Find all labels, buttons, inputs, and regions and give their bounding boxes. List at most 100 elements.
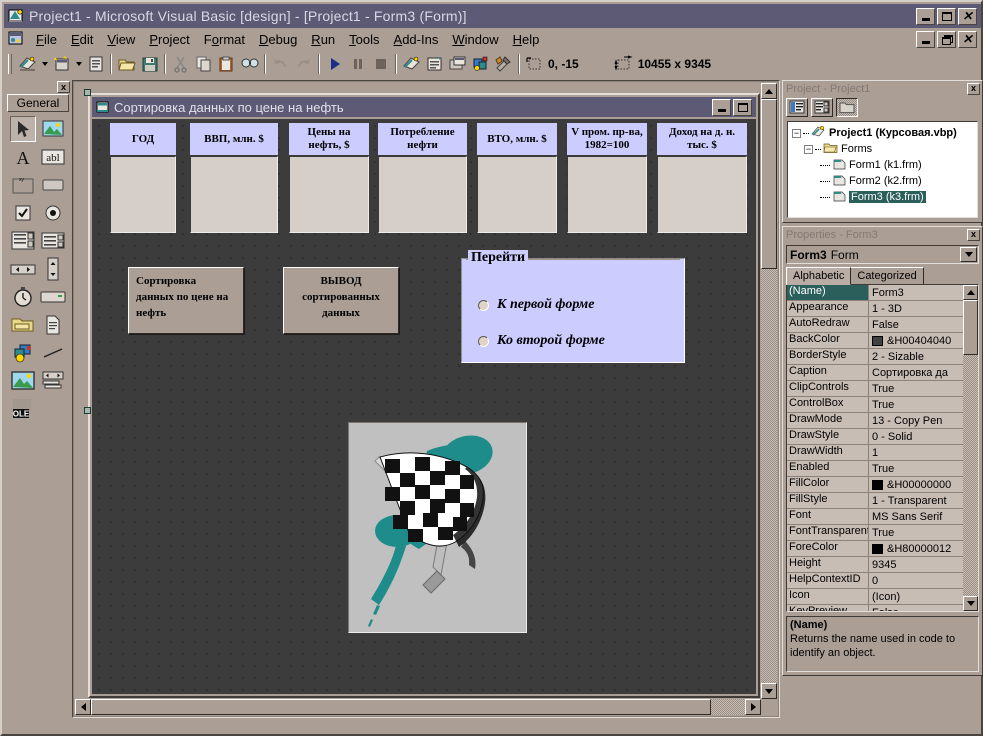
tree-node-form1[interactable]: Form1 (k1.frm) [788, 157, 977, 173]
close-button[interactable]: ✕ [958, 8, 977, 25]
label-oil-consumption[interactable]: Потребление нефти [378, 123, 467, 155]
add-project-icon[interactable] [16, 53, 39, 75]
property-value[interactable]: 0 - Solid [869, 429, 978, 444]
properties-scroll-down-button[interactable] [963, 596, 978, 611]
properties-list[interactable]: (Name) Form3 Appearance 1 - 3D AutoRedra… [786, 284, 979, 612]
picturebox-tool[interactable] [40, 116, 66, 142]
property-row-backcolor[interactable]: BackColor &H00404040 [787, 333, 978, 349]
redo-icon[interactable] [292, 53, 315, 75]
property-row-borderstyle[interactable]: BorderStyle 2 - Sizable [787, 349, 978, 365]
property-row-name[interactable]: (Name) Form3 [787, 285, 978, 301]
line-tool[interactable] [40, 340, 66, 366]
property-row-clipcontrols[interactable]: ClipControls True [787, 381, 978, 397]
maximize-button[interactable] [937, 8, 956, 25]
property-row-caption[interactable]: Caption Сортировка да [787, 365, 978, 381]
view-object-icon[interactable] [811, 98, 833, 117]
property-row-fonttransparent[interactable]: FontTransparent True [787, 525, 978, 541]
property-value[interactable]: True [869, 397, 978, 412]
form-layout-icon[interactable] [446, 53, 469, 75]
form-resize-handle-nw[interactable] [84, 89, 91, 96]
tree-node-project[interactable]: − Project1 (Курсовая.vbp) [788, 125, 977, 141]
tab-alphabetic[interactable]: Alphabetic [786, 267, 851, 285]
find-icon[interactable] [238, 53, 261, 75]
textbox-oil-price[interactable] [289, 156, 369, 233]
tab-categorized[interactable]: Categorized [850, 267, 923, 285]
image-tool[interactable] [10, 368, 36, 394]
property-value-cell[interactable]: &H00000000 [869, 477, 978, 492]
form-resize-handle-sw[interactable] [84, 407, 91, 414]
data-tool[interactable] [40, 368, 66, 394]
textbox-income[interactable] [657, 156, 747, 233]
property-row-keypreview[interactable]: KeyPreview False [787, 605, 978, 612]
toolbar-grip[interactable] [8, 54, 12, 74]
tree-node-forms-folder[interactable]: − Forms [788, 141, 977, 157]
combobox-tool[interactable] [10, 228, 36, 254]
property-value[interactable]: 1 - Transparent [869, 493, 978, 508]
menu-item-window[interactable]: Window [445, 30, 505, 49]
property-row-helpcontextid[interactable]: HelpContextID 0 [787, 573, 978, 589]
option-first-form[interactable]: К первой форме [478, 297, 594, 313]
optionbutton-tool[interactable] [40, 200, 66, 226]
mdi-horizontal-scrollbar[interactable] [75, 699, 761, 715]
object-selector-combo[interactable]: Form3 Form [786, 245, 979, 264]
scroll-left-button[interactable] [75, 699, 91, 715]
sort-data-button[interactable]: Сортировка данных по цене на нефть [128, 267, 244, 334]
textbox-god[interactable] [110, 156, 176, 233]
property-row-drawmode[interactable]: DrawMode 13 - Copy Pen [787, 413, 978, 429]
properties-close-icon[interactable]: x [967, 229, 980, 241]
shape-tool[interactable] [10, 340, 36, 366]
property-row-font[interactable]: Font MS Sans Serif [787, 509, 978, 525]
property-value[interactable]: False [869, 605, 978, 612]
project-explorer-icon[interactable] [400, 53, 423, 75]
menu-item-file[interactable]: File [29, 30, 64, 49]
frame-tool[interactable]: xy [10, 172, 36, 198]
property-value[interactable]: Сортировка да [869, 365, 978, 380]
mdi-minimize-button[interactable] [916, 31, 935, 48]
minimize-button[interactable] [916, 8, 935, 25]
textbox-industry-volume[interactable] [567, 156, 647, 233]
horizontal-scroll-thumb[interactable] [91, 699, 711, 715]
property-row-drawstyle[interactable]: DrawStyle 0 - Solid [787, 429, 978, 445]
scroll-up-button[interactable] [761, 83, 777, 99]
properties-scrollbar[interactable] [963, 285, 978, 611]
property-row-enabled[interactable]: Enabled True [787, 461, 978, 477]
tree-node-form2[interactable]: Form2 (k2.frm) [788, 173, 977, 189]
toolbox-close-icon[interactable]: x [57, 81, 70, 93]
radio-circle-icon[interactable] [478, 336, 489, 347]
label-wto[interactable]: ВТО, млн. $ [477, 123, 557, 155]
label-oil-price[interactable]: Цены на нефть, $ [289, 123, 369, 155]
property-value-cell[interactable]: &H00404040 [869, 333, 978, 348]
menu-editor-icon[interactable] [84, 53, 107, 75]
textbox-oil-consumption[interactable] [378, 156, 467, 233]
property-value[interactable]: 2 - Sizable [869, 349, 978, 364]
checkbox-tool[interactable] [10, 200, 36, 226]
view-code-icon[interactable] [786, 98, 808, 117]
drivelistbox-tool[interactable] [40, 284, 66, 310]
property-value-cell[interactable]: &H80000012 [869, 541, 978, 556]
menu-item-tools[interactable]: Tools [342, 30, 386, 49]
form-designer-window[interactable]: Сортировка данных по цене на нефть ГОД В… [88, 93, 760, 698]
properties-window-icon[interactable] [423, 53, 446, 75]
tree-node-form3[interactable]: Form3 (k3.frm) [788, 189, 977, 205]
output-data-button[interactable]: ВЫВОД сортированных данных [283, 267, 399, 334]
menu-item-edit[interactable]: Edit [64, 30, 100, 49]
project-explorer-close-icon[interactable]: x [967, 83, 980, 95]
add-form-icon[interactable] [50, 53, 73, 75]
form-canvas[interactable]: ГОД ВВП, млн. $ Цены на нефть, $ Потребл… [92, 119, 756, 694]
navigation-frame[interactable]: Перейти К первой форме Ко второй форме [461, 258, 685, 363]
mdi-vertical-scrollbar[interactable] [761, 83, 777, 699]
label-god[interactable]: ГОД [110, 123, 176, 155]
add-project-dropdown[interactable] [39, 53, 50, 75]
form-minimize-button[interactable] [712, 99, 731, 116]
label-vvp[interactable]: ВВП, млн. $ [190, 123, 278, 155]
vscrollbar-tool[interactable] [40, 256, 66, 282]
property-value[interactable]: 1 [869, 445, 978, 460]
menu-item-help[interactable]: Help [506, 30, 547, 49]
hscrollbar-tool[interactable] [10, 256, 36, 282]
menu-item-view[interactable]: View [100, 30, 142, 49]
scroll-right-button[interactable] [745, 699, 761, 715]
dirlistbox-tool[interactable] [10, 312, 36, 338]
menu-item-format[interactable]: Format [197, 30, 252, 49]
end-icon[interactable] [369, 53, 392, 75]
properties-scroll-thumb[interactable] [963, 300, 978, 355]
